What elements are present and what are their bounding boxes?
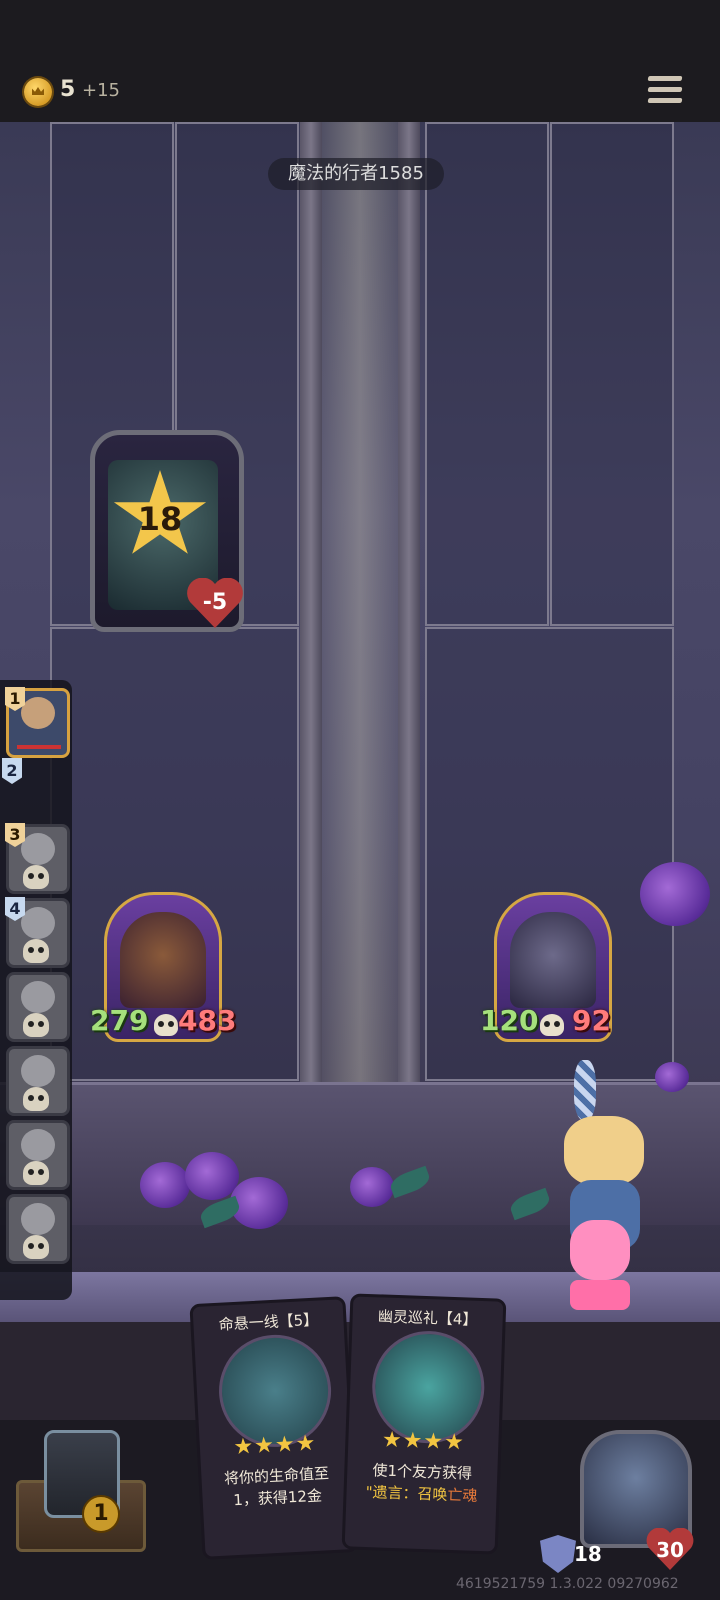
card-description: 将你的生命值至 1，获得12金 bbox=[223, 1464, 330, 1510]
version-text: 4619521759 1.3.022 09270962 bbox=[456, 1576, 679, 1592]
minion-attack: 279 bbox=[90, 1004, 149, 1037]
opponent-health: -5 bbox=[202, 590, 228, 615]
opponent-hero-portrait[interactable]: 18 -5 bbox=[90, 430, 244, 632]
minion-health: 92 bbox=[572, 1004, 611, 1037]
player-slot-5[interactable] bbox=[6, 972, 70, 1042]
avatar bbox=[21, 1129, 55, 1161]
skull-icon bbox=[23, 1161, 49, 1185]
hero-armor: 18 bbox=[574, 1542, 602, 1566]
avatar bbox=[21, 981, 55, 1013]
skull-icon bbox=[23, 939, 49, 963]
player-slot-1[interactable]: 1 bbox=[5, 687, 70, 758]
avatar bbox=[21, 833, 55, 865]
deck-count-badge: 1 bbox=[82, 1495, 120, 1533]
player-minion-card[interactable]: 279 483 bbox=[90, 892, 236, 1042]
health-bar bbox=[17, 745, 61, 749]
hero-health: 30 bbox=[656, 1538, 684, 1562]
player-slot-2[interactable]: 2 bbox=[0, 758, 24, 788]
player-slot-7[interactable] bbox=[6, 1120, 70, 1190]
skull-icon bbox=[23, 1087, 49, 1111]
avatar bbox=[21, 1055, 55, 1087]
avatar bbox=[21, 697, 55, 729]
avatar bbox=[21, 1203, 55, 1235]
minion-health: 483 bbox=[178, 1004, 237, 1037]
player-list-sidebar: 1 2 3 4 bbox=[0, 680, 72, 1300]
deck-box[interactable] bbox=[16, 1430, 146, 1552]
rank-badge: 2 bbox=[2, 758, 22, 784]
skull-icon bbox=[23, 1013, 49, 1037]
skull-icon bbox=[540, 1014, 564, 1036]
card-title: 幽灵巡礼【4】 bbox=[377, 1307, 478, 1329]
gold-amount: 5 bbox=[60, 77, 76, 102]
player-slot-6[interactable] bbox=[6, 1046, 70, 1116]
player-slot-4[interactable]: 4 bbox=[5, 897, 70, 968]
gold-coin-icon bbox=[24, 78, 52, 106]
player-slot-8[interactable] bbox=[6, 1194, 70, 1264]
card-title: 命悬一线【5】 bbox=[218, 1310, 319, 1334]
hand-card-1[interactable]: 命悬一线【5】 ★★★★ 将你的生命值至 1，获得12金 bbox=[189, 1296, 359, 1560]
skull-icon bbox=[23, 865, 49, 889]
card-stars: ★★★★ bbox=[232, 1430, 317, 1461]
card-stars: ★★★★ bbox=[381, 1427, 466, 1456]
opponent-name: 魔法的行者1585 bbox=[268, 158, 444, 190]
opponent-level: 18 bbox=[137, 500, 183, 538]
top-bar bbox=[0, 0, 720, 122]
skull-icon bbox=[154, 1014, 178, 1036]
hamburger-menu-icon[interactable] bbox=[647, 76, 683, 106]
gold-income: +15 bbox=[82, 80, 120, 101]
minion-attack: 120 bbox=[480, 1004, 539, 1037]
player-character-sprite bbox=[560, 1060, 680, 1320]
player-slot-3[interactable]: 3 bbox=[5, 823, 70, 894]
minion-art bbox=[120, 912, 206, 1008]
minion-art bbox=[510, 912, 596, 1008]
card-description: 使1个友方获得 "遗言：召唤亡魂 bbox=[365, 1461, 478, 1505]
skull-icon bbox=[23, 1235, 49, 1259]
enemy-minion-card[interactable]: 120 92 bbox=[480, 892, 612, 1042]
avatar bbox=[21, 907, 55, 939]
hand-card-2[interactable]: 幽灵巡礼【4】 ★★★★ 使1个友方获得 "遗言：召唤亡魂 bbox=[341, 1293, 507, 1555]
